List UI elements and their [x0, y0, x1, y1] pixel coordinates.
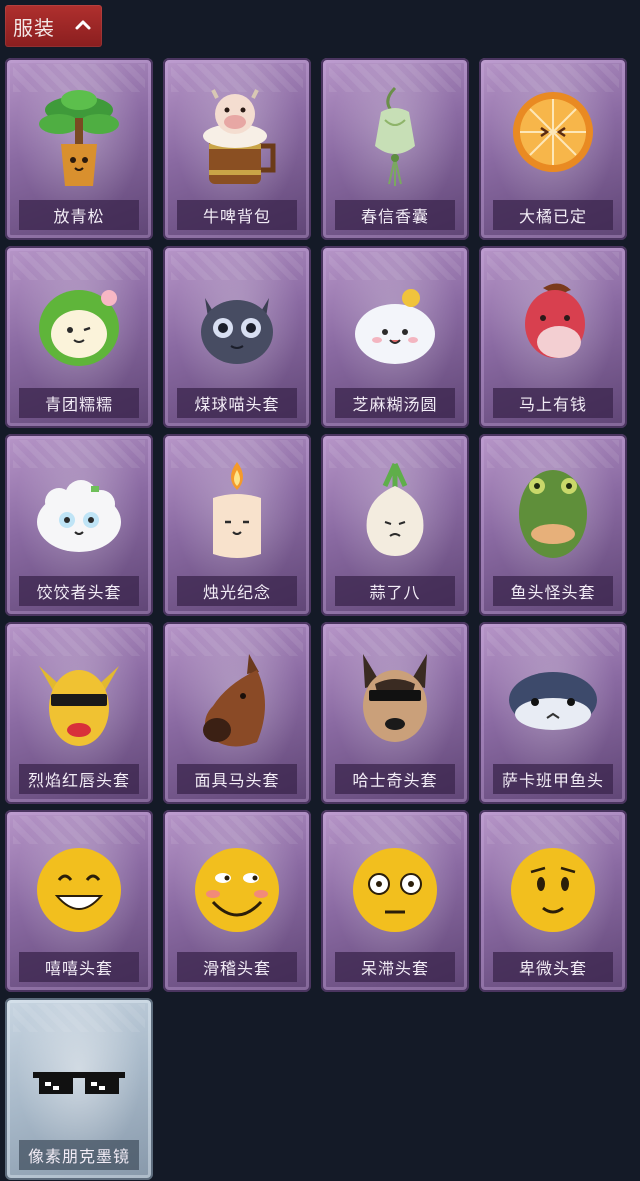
- outfit-card-label: 嘻嘻头套: [19, 952, 139, 982]
- outfit-card[interactable]: 蒜了八: [321, 434, 469, 616]
- orange-slice-icon: [503, 80, 603, 192]
- outfit-card[interactable]: 大橘已定: [479, 58, 627, 240]
- outfit-category-toggle[interactable]: 服装: [5, 5, 102, 47]
- outfit-card[interactable]: 放青松: [5, 58, 153, 240]
- outfit-card[interactable]: 呆滞头套: [321, 810, 469, 992]
- outfit-card[interactable]: 春信香囊: [321, 58, 469, 240]
- outfit-card-label: 哈士奇头套: [335, 764, 455, 794]
- sachet-pouch-icon: [345, 80, 445, 192]
- outfit-card-label: 青团糯糯: [19, 388, 139, 418]
- green-dumpling-icon: [29, 268, 129, 380]
- outfit-card[interactable]: 卑微头套: [479, 810, 627, 992]
- outfit-card[interactable]: 嘻嘻头套: [5, 810, 153, 992]
- outfit-card[interactable]: 牛啤背包: [163, 58, 311, 240]
- humble-emoji-icon: [503, 832, 603, 944]
- outfit-card[interactable]: 烛光纪念: [163, 434, 311, 616]
- outfit-card-label: 芝麻糊汤圆: [335, 388, 455, 418]
- outfit-card-label: 滑稽头套: [177, 952, 297, 982]
- outfit-card-label: 饺饺者头套: [19, 576, 139, 606]
- cow-beer-barrel-icon: [187, 80, 287, 192]
- outfit-card-label: 马上有钱: [493, 388, 613, 418]
- outfit-card-label: 牛啤背包: [177, 200, 297, 230]
- outfit-card[interactable]: 鱼头怪头套: [479, 434, 627, 616]
- outfit-card-label: 煤球喵头套: [177, 388, 297, 418]
- outfit-card-label: 面具马头套: [177, 764, 297, 794]
- outfit-card-label: 卑微头套: [493, 952, 613, 982]
- outfit-card[interactable]: 萨卡班甲鱼头: [479, 622, 627, 804]
- dazed-emoji-icon: [345, 832, 445, 944]
- outfit-card-label: 大橘已定: [493, 200, 613, 230]
- outfit-card[interactable]: 像素朋克墨镜: [5, 998, 153, 1180]
- fish-head-icon: [503, 456, 603, 568]
- rice-ball-icon: [345, 268, 445, 380]
- yellow-mask-icon: [29, 644, 129, 756]
- outfit-card-label: 像素朋克墨镜: [19, 1140, 139, 1170]
- dumpling-head-icon: [29, 456, 129, 568]
- garlic-icon: [345, 456, 445, 568]
- outfit-card[interactable]: 烈焰红唇头套: [5, 622, 153, 804]
- outfit-card[interactable]: 马上有钱: [479, 246, 627, 428]
- outfit-card-label: 放青松: [19, 200, 139, 230]
- funny-emoji-icon: [187, 832, 287, 944]
- outfit-card[interactable]: 滑稽头套: [163, 810, 311, 992]
- outfit-category-label: 服装: [13, 15, 55, 40]
- candle-icon: [187, 456, 287, 568]
- outfit-grid: 放青松 牛啤背包 春信香囊 大橘已定 青团糯糯 煤球喵头套 芝麻糊汤圆 马上有钱…: [5, 58, 627, 1180]
- outfit-card[interactable]: 哈士奇头套: [321, 622, 469, 804]
- pixel-sunglasses-icon: [29, 1020, 129, 1132]
- outfit-card[interactable]: 芝麻糊汤圆: [321, 246, 469, 428]
- outfit-card[interactable]: 煤球喵头套: [163, 246, 311, 428]
- outfit-card-label: 鱼头怪头套: [493, 576, 613, 606]
- outfit-card-label: 烈焰红唇头套: [19, 764, 139, 794]
- outfit-card-label: 春信香囊: [335, 200, 455, 230]
- chevron-up-icon: [75, 20, 91, 30]
- outfit-card[interactable]: 饺饺者头套: [5, 434, 153, 616]
- outfit-card[interactable]: 面具马头套: [163, 622, 311, 804]
- outfit-card-label: 蒜了八: [335, 576, 455, 606]
- outfit-card-label: 萨卡班甲鱼头: [493, 764, 613, 794]
- outfit-card-label: 呆滞头套: [335, 952, 455, 982]
- bonsai-tree-icon: [29, 80, 129, 192]
- husky-mask-icon: [345, 644, 445, 756]
- red-horse-head-icon: [503, 268, 603, 380]
- horse-mask-icon: [187, 644, 287, 756]
- grin-emoji-icon: [29, 832, 129, 944]
- black-cat-head-icon: [187, 268, 287, 380]
- sacabambaspis-icon: [503, 644, 603, 756]
- outfit-card-label: 烛光纪念: [177, 576, 297, 606]
- outfit-card[interactable]: 青团糯糯: [5, 246, 153, 428]
